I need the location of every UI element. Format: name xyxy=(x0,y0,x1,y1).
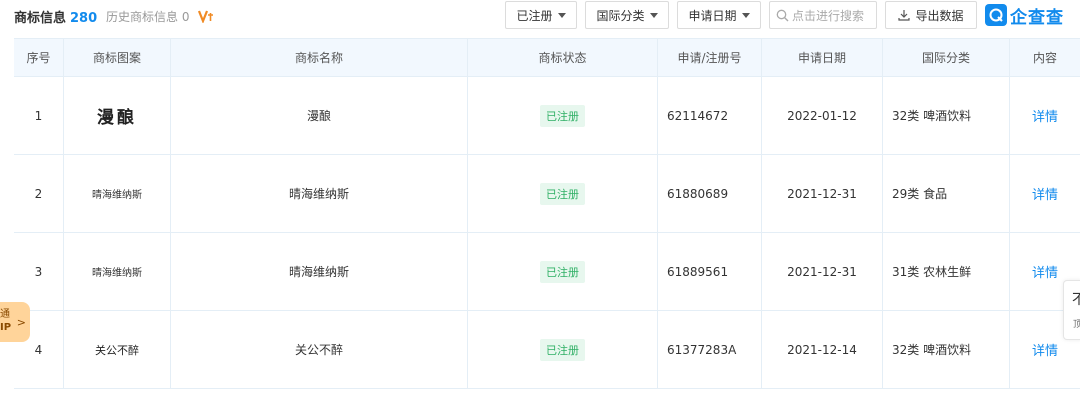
row-index: 1 xyxy=(14,77,64,154)
column-header-content: 内容 xyxy=(1032,51,1057,65)
vip-floating-tab[interactable]: 通 IP > xyxy=(0,302,30,342)
trademark-image-text: 关公不醉 xyxy=(95,343,139,357)
vip-floating-line1: 通 xyxy=(0,309,10,320)
application-date: 2021-12-31 xyxy=(762,233,883,310)
section-header: 商标信息 280 历史商标信息 0 已注册 国际分类 申请日期 点击进行搜索 导出… xyxy=(0,0,1080,32)
trademark-image: 关公不醉 xyxy=(64,311,171,388)
tab-trademark-info-count: 280 xyxy=(70,11,98,26)
application-date: 2021-12-31 xyxy=(762,155,883,232)
date-filter-dropdown[interactable]: 申请日期 xyxy=(677,1,761,29)
trademark-name: 关公不醉 xyxy=(171,311,468,388)
trademark-image-text: 晴海维纳斯 xyxy=(92,268,142,279)
status-badge: 已注册 xyxy=(540,182,585,205)
international-class: 31类 农林生鲜 xyxy=(883,233,1010,310)
column-header-index: 序号 xyxy=(14,39,64,76)
detail-link[interactable]: 详情 xyxy=(1032,184,1058,203)
detail-link[interactable]: 详情 xyxy=(1032,340,1058,359)
application-date: 2022-01-12 xyxy=(762,77,883,154)
export-button[interactable]: 导出数据 xyxy=(885,1,977,29)
detail-cell: 详情 xyxy=(1010,155,1080,232)
registration-number: 61880689 xyxy=(658,155,762,232)
table-row: 3 晴海维纳斯 晴海维纳斯 已注册 61889561 2021-12-31 31… xyxy=(14,233,1080,311)
trademark-image: 漫酿 xyxy=(64,77,171,154)
search-icon xyxy=(776,9,789,21)
export-label: 导出数据 xyxy=(915,8,964,23)
status-cell: 已注册 xyxy=(468,311,658,388)
chevron-down-icon xyxy=(649,12,658,18)
application-date: 2021-12-14 xyxy=(762,311,883,388)
column-header-name: 商标名称 xyxy=(171,39,468,76)
date-filter-label: 申请日期 xyxy=(688,8,737,23)
column-header-status: 商标状态 xyxy=(468,39,658,76)
international-class: 32类 啤酒饮料 xyxy=(883,311,1010,388)
registration-number: 62114672 xyxy=(658,77,762,154)
trademark-image-text: 漫酿 xyxy=(97,108,137,128)
table-row: 1 漫酿 漫酿 已注册 62114672 2022-01-12 32类 啤酒饮料… xyxy=(14,77,1080,155)
tab-history-trademark[interactable]: 历史商标信息 0 xyxy=(106,8,189,25)
row-index: 3 xyxy=(14,233,64,310)
brand-logo: 企查查 xyxy=(985,1,1064,29)
table-row: 2 晴海维纳斯 晴海维纳斯 已注册 61880689 2021-12-31 29… xyxy=(14,155,1080,233)
table-row: 4 关公不醉 关公不醉 已注册 61377283A 2021-12-14 32类… xyxy=(14,311,1080,389)
status-cell: 已注册 xyxy=(468,77,658,154)
trademark-name: 晴海维纳斯 xyxy=(171,155,468,232)
international-class: 32类 啤酒饮料 xyxy=(883,77,1010,154)
status-filter-label: 已注册 xyxy=(516,8,553,23)
vip-floating-line2: IP xyxy=(0,322,12,333)
chevron-right-icon: > xyxy=(16,316,26,329)
status-badge: 已注册 xyxy=(540,260,585,283)
right-floating-panel[interactable]: 不 顶 xyxy=(1063,280,1080,340)
detail-link[interactable]: 详情 xyxy=(1032,106,1058,125)
column-header-reg-no: 申请/注册号 xyxy=(658,39,762,76)
trademark-image: 晴海维纳斯 xyxy=(64,233,171,310)
column-header-date: 申请日期 xyxy=(762,39,883,76)
trademark-image: 晴海维纳斯 xyxy=(64,155,171,232)
status-badge: 已注册 xyxy=(540,104,585,127)
download-icon xyxy=(898,10,911,21)
brand-name: 企查查 xyxy=(1010,7,1064,28)
right-floating-line1: 不 xyxy=(1072,292,1080,308)
chevron-down-icon xyxy=(741,12,750,18)
brand-mark-icon xyxy=(985,4,1007,26)
tab-trademark-info-label: 商标信息 xyxy=(14,11,67,26)
table-header-row: 序号 商标图案 商标名称 商标状态 申请/注册号 申请日期 国际分类 内容 xyxy=(14,39,1080,77)
class-filter-dropdown[interactable]: 国际分类 xyxy=(585,1,669,29)
vip-icon xyxy=(197,8,214,24)
trademark-image-text: 晴海维纳斯 xyxy=(92,190,142,201)
detail-link[interactable]: 详情 xyxy=(1032,262,1058,281)
status-cell: 已注册 xyxy=(468,155,658,232)
status-filter-dropdown[interactable]: 已注册 xyxy=(505,1,577,29)
registration-number: 61889561 xyxy=(658,233,762,310)
status-badge: 已注册 xyxy=(540,338,585,361)
class-filter-label: 国际分类 xyxy=(596,8,645,23)
registration-number: 61377283A xyxy=(658,311,762,388)
trademark-table: 序号 商标图案 商标名称 商标状态 申请/注册号 申请日期 国际分类 内容 1 … xyxy=(14,38,1080,389)
column-header-class: 国际分类 xyxy=(883,39,1010,76)
search-placeholder: 点击进行搜索 xyxy=(792,8,865,23)
trademark-name: 晴海维纳斯 xyxy=(171,233,468,310)
column-header-image: 商标图案 xyxy=(64,39,171,76)
trademark-name: 漫酿 xyxy=(171,77,468,154)
international-class: 29类 食品 xyxy=(883,155,1010,232)
right-floating-line2: 顶 xyxy=(1073,320,1080,330)
detail-cell: 详情 xyxy=(1010,77,1080,154)
tab-trademark-info[interactable]: 商标信息 280 xyxy=(14,7,97,26)
chevron-down-icon xyxy=(557,12,566,18)
row-index: 2 xyxy=(14,155,64,232)
search-input[interactable]: 点击进行搜索 xyxy=(769,1,877,29)
status-cell: 已注册 xyxy=(468,233,658,310)
